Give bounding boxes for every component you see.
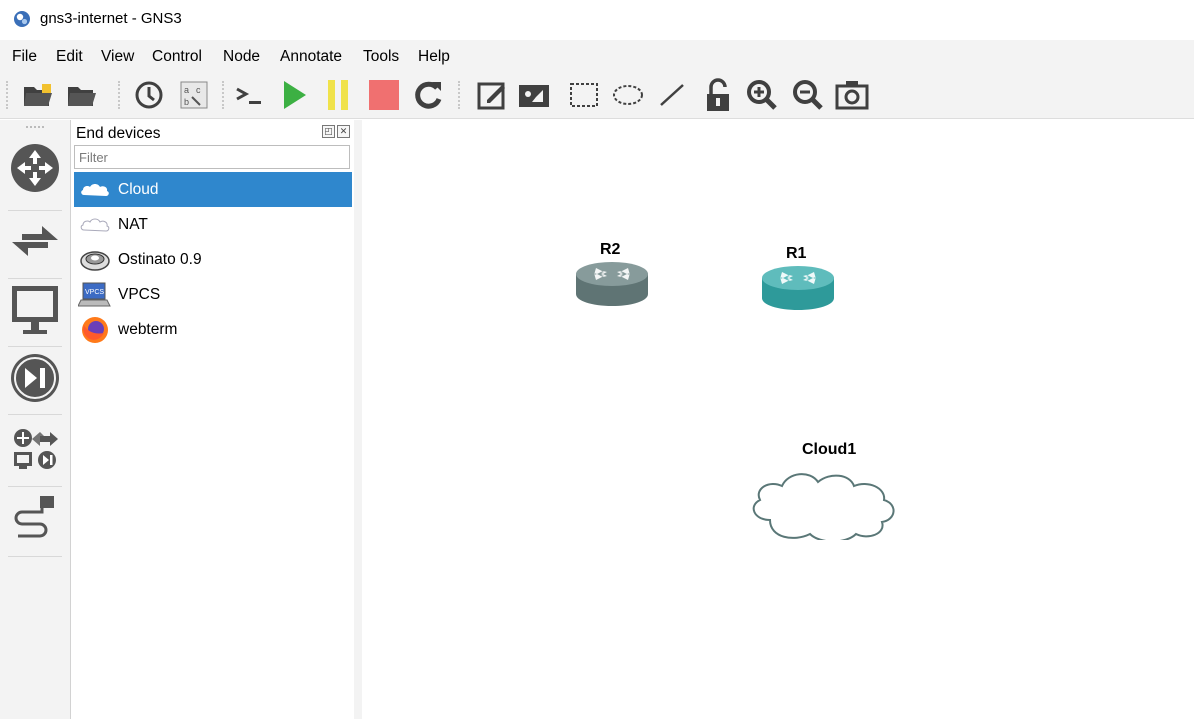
device-item-ostinato[interactable]: Ostinato 0.9: [74, 242, 352, 277]
node-label: Cloud1: [802, 441, 857, 458]
menu-view[interactable]: View: [101, 47, 134, 67]
toolbar-divider: [8, 210, 62, 211]
toolbar-separator: [222, 81, 228, 109]
svg-text:b: b: [184, 97, 189, 107]
all-devices-icon[interactable]: [8, 420, 62, 476]
toolbar-divider: [8, 486, 62, 487]
toolbar-separator: [118, 81, 124, 109]
lock-icon[interactable]: [700, 77, 736, 113]
security-devices-icon[interactable]: [8, 350, 62, 406]
open-project-icon[interactable]: [64, 77, 100, 113]
toolbar-grip: [6, 81, 12, 109]
screenshot-icon[interactable]: [834, 77, 870, 113]
topology-canvas[interactable]: R2 R1 Cloud1: [362, 120, 1194, 719]
draw-ellipse-icon[interactable]: [610, 77, 646, 113]
toolbar-separator: [458, 81, 464, 109]
dock-splitter[interactable]: [354, 120, 362, 719]
ostinato-icon: [78, 245, 112, 275]
menu-annotate[interactable]: Annotate: [280, 47, 342, 67]
float-dock-icon[interactable]: ◰: [322, 125, 335, 138]
router-icon: [576, 262, 648, 306]
svg-text:c: c: [196, 85, 201, 95]
reload-all-icon[interactable]: [410, 77, 446, 113]
menu-tools[interactable]: Tools: [363, 47, 399, 67]
title-bar: gns3-internet - GNS3: [0, 0, 1194, 40]
device-item-webterm[interactable]: webterm: [74, 312, 352, 347]
menu-bar: File Edit View Control Node Annotate Too…: [0, 40, 1194, 72]
router-node-r1[interactable]: R1: [760, 244, 836, 314]
main-toolbar: acb: [0, 72, 1194, 119]
toolbar-divider: [8, 556, 62, 557]
dock-title: End devices: [76, 125, 161, 142]
add-note-icon[interactable]: [474, 77, 510, 113]
svg-text:a: a: [184, 85, 189, 95]
device-item-cloud[interactable]: Cloud: [74, 172, 352, 207]
device-item-nat[interactable]: NAT: [74, 207, 352, 242]
toolbar-grip: [26, 126, 44, 130]
menu-edit[interactable]: Edit: [56, 47, 83, 67]
device-type-toolbar: [0, 120, 71, 719]
insert-picture-icon[interactable]: [516, 77, 552, 113]
dock-controls: ◰ ✕: [322, 125, 350, 138]
new-project-icon[interactable]: [20, 77, 56, 113]
svg-text:VPCS: VPCS: [85, 289, 104, 296]
routers-icon[interactable]: [8, 140, 62, 196]
device-label: webterm: [118, 321, 178, 338]
gns3-logo-icon: [14, 11, 30, 27]
snapshot-icon[interactable]: [131, 77, 167, 113]
cloud-node-cloud1[interactable]: Cloud1: [746, 440, 922, 540]
toolbar-divider: [8, 278, 62, 279]
menu-file[interactable]: File: [12, 47, 37, 67]
add-link-icon[interactable]: [8, 490, 62, 546]
node-label: R2: [600, 241, 621, 258]
draw-rectangle-icon[interactable]: [566, 77, 602, 113]
zoom-out-icon[interactable]: [790, 77, 826, 113]
router-node-r2[interactable]: R2: [574, 240, 650, 310]
toolbar-divider: [8, 414, 62, 415]
cloud-icon: [78, 175, 112, 205]
device-list: Cloud NAT Ostinato 0.9 VPCS VPCS webterm: [74, 172, 352, 347]
menu-control[interactable]: Control: [152, 47, 202, 67]
stop-all-icon[interactable]: [366, 77, 402, 113]
node-label: R1: [786, 245, 807, 262]
vpcs-icon: VPCS: [78, 280, 112, 310]
start-all-icon[interactable]: [276, 77, 312, 113]
nat-cloud-icon: [78, 210, 112, 240]
end-devices-dock: End devices ◰ ✕ Cloud NAT Ostinato 0.9 V…: [72, 120, 355, 719]
device-label: Cloud: [118, 181, 159, 198]
cloud-icon: [752, 473, 895, 540]
console-all-icon[interactable]: [232, 77, 268, 113]
filter-input[interactable]: [74, 145, 350, 169]
device-item-vpcs[interactable]: VPCS VPCS: [74, 277, 352, 312]
show-interface-labels-icon[interactable]: acb: [176, 77, 212, 113]
switches-icon[interactable]: [8, 214, 62, 270]
firefox-icon: [78, 315, 112, 345]
device-label: VPCS: [118, 286, 161, 303]
toolbar-divider: [8, 346, 62, 347]
device-label: NAT: [118, 216, 148, 233]
router-icon: [762, 266, 834, 310]
close-dock-icon[interactable]: ✕: [337, 125, 350, 138]
menu-help[interactable]: Help: [418, 47, 450, 67]
end-devices-icon[interactable]: [8, 282, 62, 338]
draw-line-icon[interactable]: [654, 77, 690, 113]
menu-node[interactable]: Node: [223, 47, 260, 67]
suspend-all-icon[interactable]: [320, 77, 356, 113]
device-label: Ostinato 0.9: [118, 251, 202, 268]
zoom-in-icon[interactable]: [744, 77, 780, 113]
window-title: gns3-internet - GNS3: [40, 10, 182, 27]
